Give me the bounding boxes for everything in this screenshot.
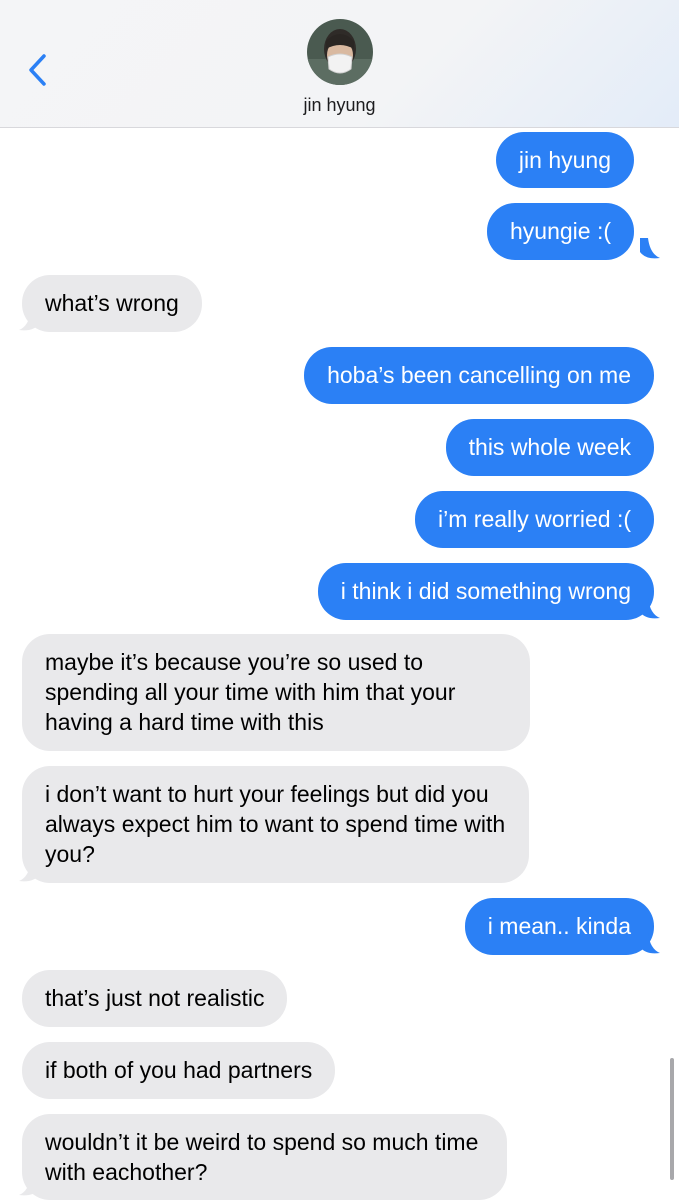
message-text: wouldn’t it be weird to spend so much ti… (45, 1129, 479, 1185)
message-text: i’m really worried :( (438, 506, 631, 532)
message-text: if both of you had partners (45, 1057, 313, 1083)
chevron-left-icon (29, 54, 46, 86)
message-bubble-incoming[interactable]: what’s wrong (22, 275, 202, 332)
message-bubble-outgoing[interactable]: hyungie :( (486, 203, 634, 260)
contact-avatar[interactable] (307, 19, 373, 85)
bubble-tail-incoming (19, 310, 39, 331)
message-bubble-outgoing[interactable]: jin hyung (495, 132, 634, 188)
bubble-tail-outgoing (640, 238, 660, 259)
message-bubble-incoming[interactable]: maybe it’s because you’re so used to spe… (22, 634, 530, 751)
message-text: that’s just not realistic (45, 985, 265, 1011)
back-button[interactable] (22, 50, 52, 90)
message-thread[interactable]: jin hyung hyungie :( what’s wrong hoba’s… (0, 127, 679, 1200)
message-text: jin hyung (518, 147, 611, 173)
bubble-tail-outgoing (640, 598, 660, 619)
message-bubble-incoming[interactable]: i don’t want to hurt your feelings but d… (22, 766, 529, 883)
message-bubble-outgoing[interactable]: i mean.. kinda (464, 898, 654, 955)
message-bubble-outgoing[interactable]: i think i did something wrong (317, 563, 654, 620)
message-text: this whole week (468, 434, 631, 460)
message-bubble-incoming[interactable]: if both of you had partners (22, 1042, 336, 1099)
message-bubble-outgoing[interactable]: i’m really worried :( (415, 491, 654, 548)
bubble-tail-incoming (19, 861, 39, 882)
message-bubble-outgoing[interactable]: this whole week (445, 419, 654, 476)
bubble-tail-incoming (19, 1175, 39, 1196)
contact-avatar-photo (307, 19, 373, 85)
message-text: i mean.. kinda (487, 913, 631, 939)
message-bubble-outgoing[interactable]: hoba’s been cancelling on me (304, 347, 654, 404)
message-text: hoba’s been cancelling on me (327, 362, 631, 388)
contact-name[interactable]: jin hyung (0, 95, 679, 116)
scrollbar[interactable] (670, 1058, 674, 1180)
conversation-header: jin hyung (0, 0, 679, 128)
message-text: i don’t want to hurt your feelings but d… (45, 781, 506, 867)
bubble-tail-outgoing (640, 933, 660, 954)
message-text: i think i did something wrong (340, 578, 631, 604)
message-text: maybe it’s because you’re so used to spe… (45, 649, 456, 735)
message-text: hyungie :( (509, 218, 611, 244)
message-bubble-incoming[interactable]: that’s just not realistic (22, 970, 288, 1027)
message-text: what’s wrong (45, 290, 179, 316)
message-bubble-incoming[interactable]: wouldn’t it be weird to spend so much ti… (22, 1114, 507, 1200)
